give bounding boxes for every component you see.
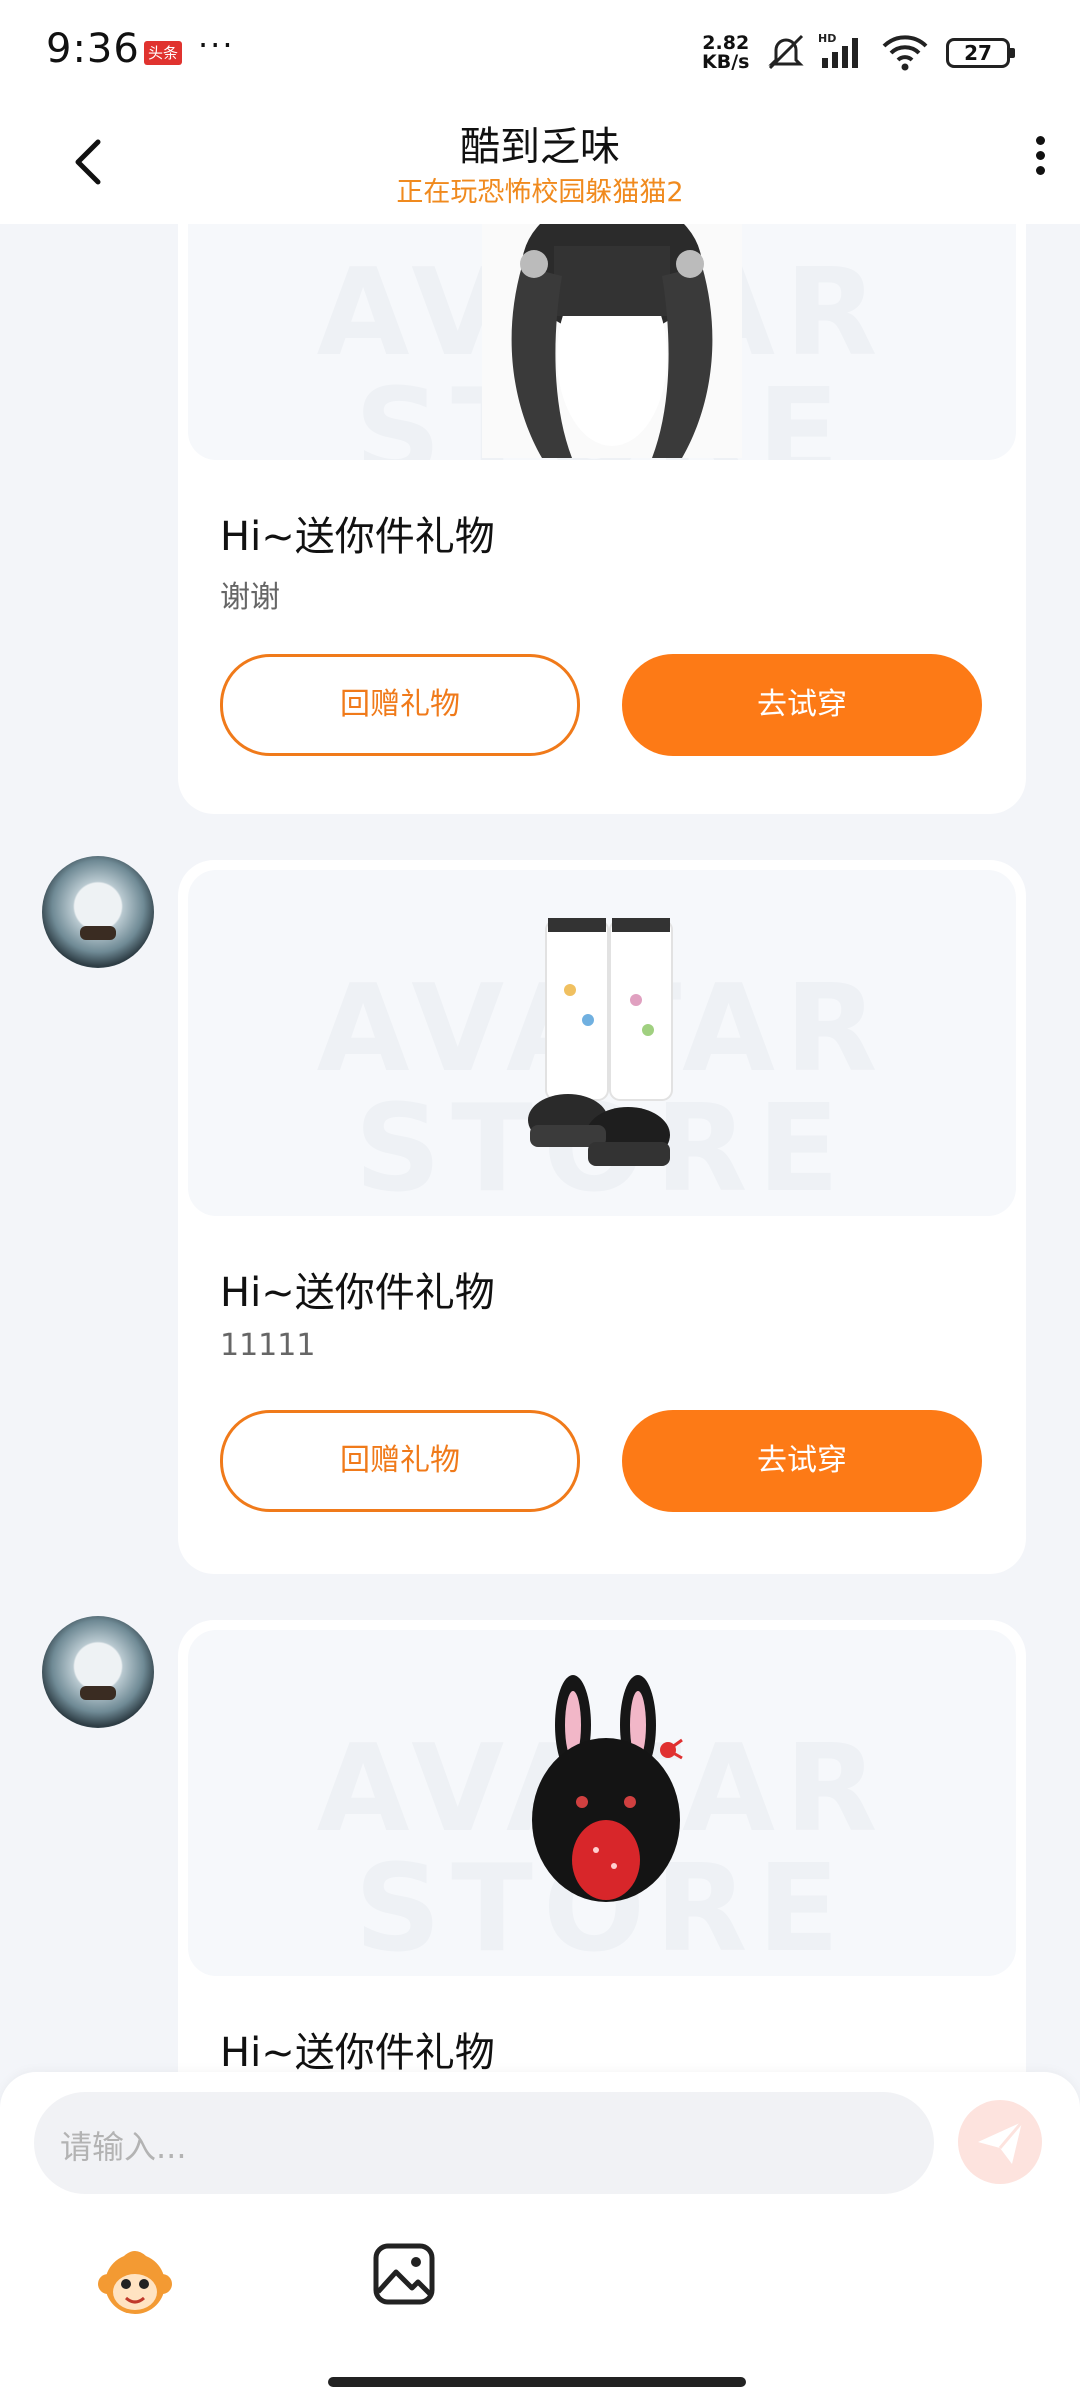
black-bunny-icon: [532, 1675, 683, 1902]
send-plane-icon: [978, 2121, 1024, 2164]
status-time: 9:36: [46, 26, 140, 72]
message-input[interactable]: 请输入...: [34, 2092, 934, 2194]
svg-text:HD: HD: [818, 32, 836, 45]
home-indicator[interactable]: [328, 2377, 746, 2387]
chat-contact-name: 酷到乏味: [460, 124, 620, 170]
message-list[interactable]: AVATAR STORE Hi~送你件礼物 谢谢 回赠礼物 去试穿 AVATAR…: [0, 224, 1080, 2074]
gift-title: Hi~送你件礼物: [220, 514, 495, 560]
gift-item-preview[interactable]: AVATAR STORE: [188, 224, 1016, 460]
image-picker-icon[interactable]: [372, 2242, 436, 2306]
status-bar: 9:36 头条 ··· 2.82 KB/s HD 27: [0, 0, 1080, 100]
gift-note: 谢谢: [220, 580, 280, 615]
gift-item-preview[interactable]: AVATAR STORE: [188, 1630, 1016, 1976]
gift-message-card: AVATAR STORE Hi~送你件礼物 11111 回赠礼物 去试穿: [178, 860, 1026, 1574]
gift-note: 11111: [220, 1328, 316, 1363]
try-on-button[interactable]: 去试穿: [622, 1410, 982, 1512]
send-button[interactable]: [958, 2100, 1042, 2184]
gift-title: Hi~送你件礼物: [220, 2030, 495, 2074]
hair-icon: [482, 224, 742, 458]
battery-icon: 27: [946, 38, 1015, 68]
mute-icon: [768, 34, 804, 70]
try-on-button[interactable]: 去试穿: [622, 654, 982, 756]
news-app-badge: 头条: [144, 41, 182, 65]
monkey-emoji-icon[interactable]: [94, 2240, 176, 2322]
more-notifications-icon: ···: [198, 26, 235, 64]
gift-message-card: AVATAR STORE Hi~送你件礼物: [178, 1620, 1026, 2074]
message-input-placeholder: 请输入...: [60, 2128, 187, 2166]
composer-bar: 请输入...: [0, 2072, 1080, 2400]
sender-avatar[interactable]: [42, 856, 154, 968]
return-gift-button[interactable]: 回赠礼物: [220, 1410, 580, 1512]
cellular-signal-icon: HD: [818, 32, 858, 68]
gift-title: Hi~送你件礼物: [220, 1270, 495, 1316]
network-speed: 2.82 KB/s: [702, 34, 749, 72]
more-options-icon[interactable]: [1000, 130, 1080, 194]
return-gift-button[interactable]: 回赠礼物: [220, 654, 580, 756]
boots-icon: [528, 918, 673, 1166]
gift-message-card: AVATAR STORE Hi~送你件礼物 谢谢 回赠礼物 去试穿: [178, 224, 1026, 814]
contact-activity-status[interactable]: 正在玩恐怖校园躲猫猫2: [0, 170, 1080, 209]
network-speed-unit: KB/s: [702, 51, 750, 73]
wifi-icon: [882, 35, 928, 71]
sender-avatar[interactable]: [42, 1616, 154, 1728]
chat-header: 酷到乏味 正在玩恐怖校园躲猫猫2: [0, 100, 1080, 224]
battery-level: 27: [964, 41, 992, 65]
gift-item-preview[interactable]: AVATAR STORE: [188, 870, 1016, 1216]
